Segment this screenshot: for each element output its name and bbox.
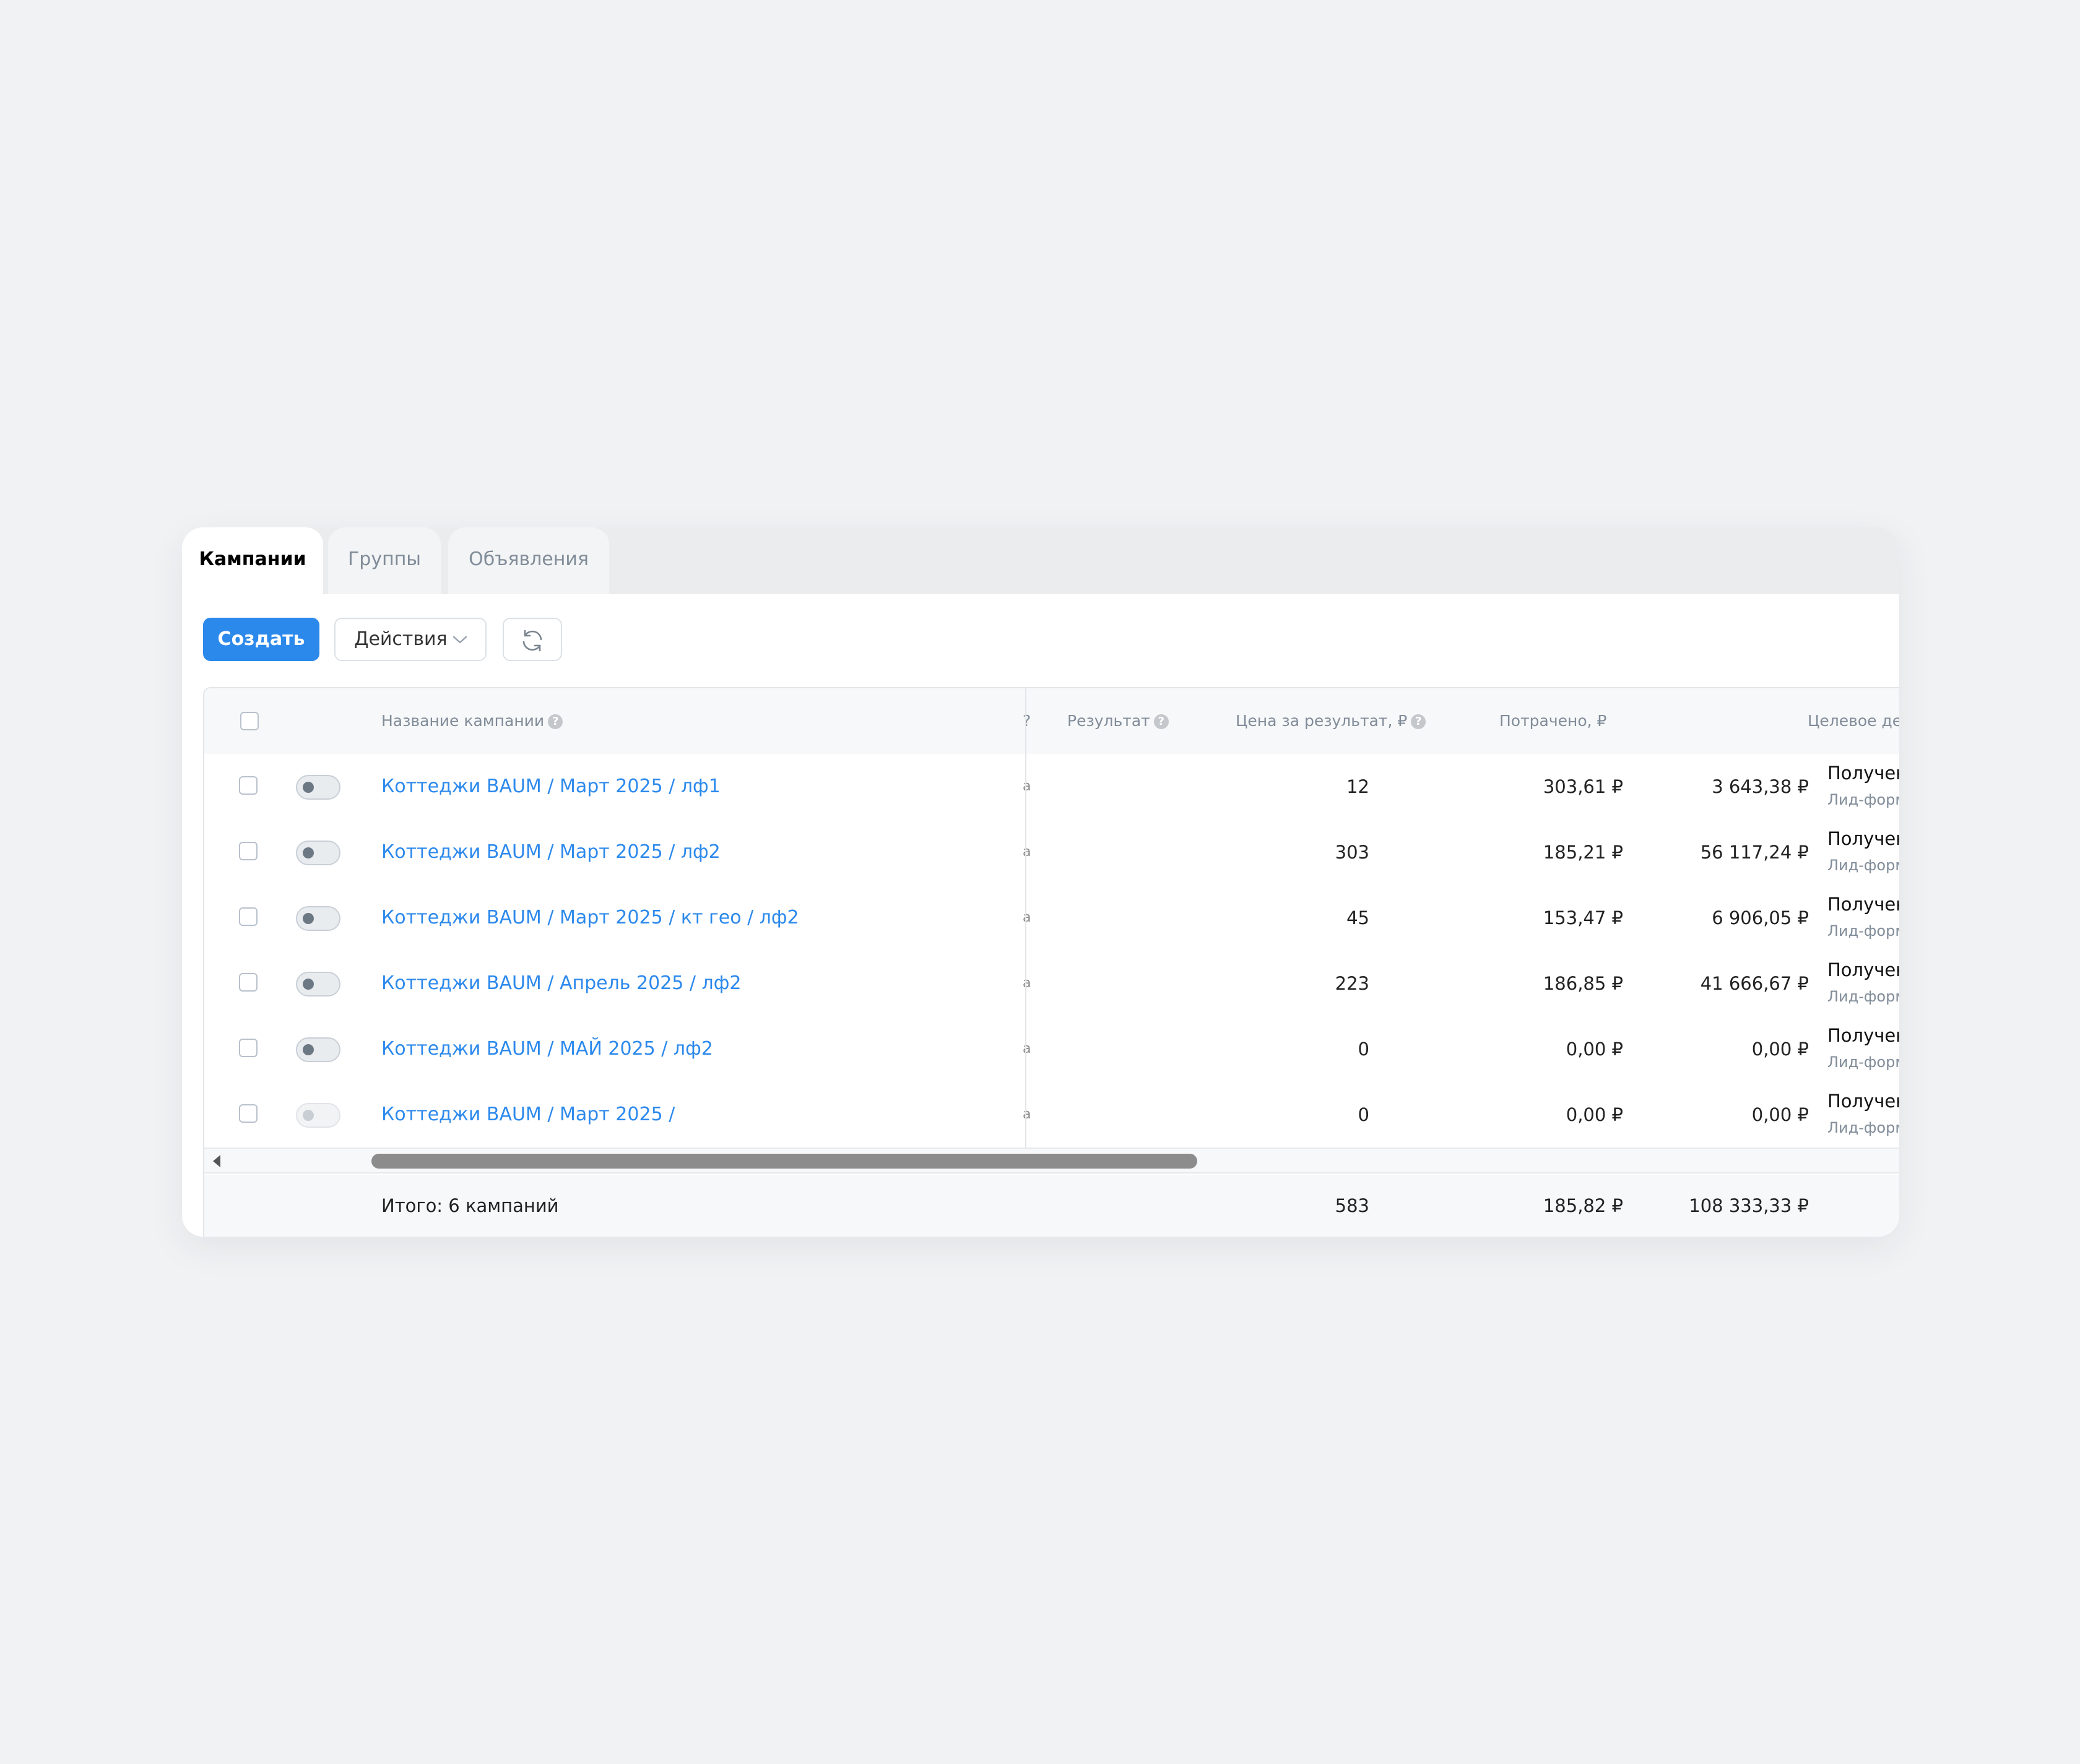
result-cell: 223 bbox=[1335, 973, 1369, 994]
col-goal-label: Целевое действие bbox=[1808, 712, 1899, 730]
campaign-name-link[interactable]: Коттеджи BAUM / Апрель 2025 / лф2 bbox=[381, 951, 741, 1016]
col-name-label: Название кампании bbox=[381, 712, 545, 730]
price-cell: 185,21 ₽ bbox=[1543, 842, 1623, 863]
clipped-cell: a bbox=[1023, 1041, 1031, 1057]
totals-spent: 108 333,33 ₽ bbox=[1689, 1195, 1809, 1216]
table-header: Название кампании? ? Результат? Цена за … bbox=[204, 688, 1899, 755]
spent-cell: 0,00 ₽ bbox=[1751, 1039, 1809, 1060]
campaign-name-link[interactable]: Коттеджи BAUM / Март 2025 / bbox=[381, 1082, 675, 1148]
price-cell: 153,47 ₽ bbox=[1543, 907, 1623, 928]
scroll-left-arrow-icon[interactable] bbox=[213, 1155, 220, 1167]
tab-bar: Кампании Группы Объявления bbox=[182, 527, 1899, 594]
campaign-name-link[interactable]: Коттеджи BAUM / Март 2025 / кт гео / лф2 bbox=[381, 885, 799, 951]
col-name-header[interactable]: Название кампании? bbox=[381, 688, 563, 754]
row-checkbox[interactable] bbox=[239, 842, 258, 860]
status-toggle[interactable] bbox=[296, 972, 340, 997]
totals-result: 583 bbox=[1335, 1195, 1369, 1216]
goal-sub-cell: Лид-формы bbox=[1827, 857, 1899, 874]
row-checkbox[interactable] bbox=[239, 1039, 258, 1057]
price-cell: 186,85 ₽ bbox=[1543, 973, 1623, 994]
result-cell: 12 bbox=[1346, 776, 1369, 797]
goal-cell: Получение лидов bbox=[1827, 828, 1899, 849]
fixed-column-divider bbox=[1025, 688, 1026, 1148]
select-all-checkbox[interactable] bbox=[240, 712, 259, 730]
refresh-icon bbox=[522, 629, 542, 652]
spent-cell: 56 117,24 ₽ bbox=[1700, 842, 1809, 863]
tab-ads[interactable]: Объявления bbox=[448, 527, 609, 594]
clipped-cell: a bbox=[1023, 779, 1031, 794]
spent-cell: 6 906,05 ₽ bbox=[1712, 907, 1809, 928]
status-toggle[interactable] bbox=[296, 1103, 340, 1128]
totals-price: 185,82 ₽ bbox=[1543, 1195, 1623, 1216]
scrollbar-thumb[interactable] bbox=[371, 1154, 1197, 1169]
result-cell: 0 bbox=[1358, 1039, 1369, 1060]
goal-sub-cell: Лид-формы bbox=[1827, 1119, 1899, 1136]
campaign-name-link[interactable]: Коттеджи BAUM / МАЙ 2025 / лф2 bbox=[381, 1016, 713, 1082]
clipped-cell: a bbox=[1023, 975, 1031, 991]
refresh-button[interactable] bbox=[503, 618, 562, 661]
col-result-header[interactable]: Результат? bbox=[1067, 688, 1169, 754]
price-cell: 303,61 ₽ bbox=[1543, 776, 1623, 797]
row-checkbox[interactable] bbox=[239, 1104, 258, 1123]
goal-sub-cell: Лид-формы bbox=[1827, 791, 1899, 808]
table-footer-totals: Итого: 6 кампаний 583 185,82 ₽ 108 333,3… bbox=[204, 1175, 1899, 1237]
price-cell: 0,00 ₽ bbox=[1566, 1039, 1623, 1060]
campaign-name-link[interactable]: Коттеджи BAUM / Март 2025 / лф2 bbox=[381, 819, 721, 885]
row-checkbox[interactable] bbox=[239, 776, 258, 795]
status-toggle[interactable] bbox=[296, 906, 340, 931]
goal-cell: Получение лидов bbox=[1827, 959, 1899, 980]
chevron-down-icon bbox=[453, 636, 467, 644]
price-cell: 0,00 ₽ bbox=[1566, 1104, 1623, 1125]
result-cell: 303 bbox=[1335, 842, 1369, 863]
clipped-cell: a bbox=[1023, 1107, 1031, 1122]
totals-label: Итого: 6 кампаний bbox=[381, 1195, 559, 1216]
col-goal-header[interactable]: Целевое действие? bbox=[1808, 688, 1899, 754]
tab-campaigns[interactable]: Кампании bbox=[182, 527, 323, 594]
spent-cell: 0,00 ₽ bbox=[1751, 1104, 1809, 1125]
campaigns-card: Кампании Группы Объявления Создать Дейст… bbox=[182, 527, 1899, 1237]
col-spent-header[interactable]: Потрачено, ₽ bbox=[1499, 688, 1606, 754]
campaign-name-link[interactable]: Коттеджи BAUM / Март 2025 / лф1 bbox=[381, 754, 721, 819]
spent-cell: 41 666,67 ₽ bbox=[1700, 973, 1809, 994]
help-icon[interactable]: ? bbox=[1153, 714, 1169, 729]
clipped-cell: a bbox=[1023, 910, 1031, 925]
row-checkbox[interactable] bbox=[239, 907, 258, 926]
goal-cell: Получение лидов bbox=[1827, 763, 1899, 784]
clipped-cell: a bbox=[1023, 844, 1031, 860]
horizontal-scrollbar[interactable] bbox=[204, 1149, 1899, 1174]
status-toggle[interactable] bbox=[296, 1037, 340, 1062]
col-price-header[interactable]: Цена за результат, ₽? bbox=[1236, 688, 1426, 754]
help-icon[interactable]: ? bbox=[548, 714, 563, 729]
goal-sub-cell: Лид-формы bbox=[1827, 988, 1899, 1005]
col-clipped-header: ? bbox=[1023, 712, 1031, 730]
goal-cell: Получение лидов bbox=[1827, 894, 1899, 915]
create-button[interactable]: Создать bbox=[203, 618, 319, 661]
campaigns-table: Название кампании? ? Результат? Цена за … bbox=[203, 687, 1899, 1237]
col-price-label: Цена за результат, ₽ bbox=[1236, 712, 1408, 730]
col-result-label: Результат bbox=[1067, 712, 1150, 730]
actions-dropdown[interactable]: Действия bbox=[334, 618, 487, 661]
row-checkbox[interactable] bbox=[239, 973, 258, 992]
goal-sub-cell: Лид-формы bbox=[1827, 1053, 1899, 1071]
tab-groups[interactable]: Группы bbox=[328, 527, 441, 594]
status-toggle[interactable] bbox=[296, 841, 340, 865]
goal-cell: Получение лидов bbox=[1827, 1025, 1899, 1046]
status-toggle[interactable] bbox=[296, 775, 340, 800]
spent-cell: 3 643,38 ₽ bbox=[1712, 776, 1809, 797]
goal-sub-cell: Лид-формы bbox=[1827, 922, 1899, 940]
table-row[interactable]: Коттеджи BAUM / Апрель 2025 / лф2 a 223 … bbox=[204, 951, 1899, 1018]
result-cell: 0 bbox=[1358, 1104, 1369, 1125]
table-row[interactable]: Коттеджи BAUM / Март 2025 / лф2 a 303 18… bbox=[204, 819, 1899, 886]
result-cell: 45 bbox=[1346, 907, 1369, 928]
table-row[interactable]: Коттеджи BAUM / Март 2025 / a 0 0,00 ₽ 0… bbox=[204, 1082, 1899, 1149]
actions-dropdown-label: Действия bbox=[354, 628, 448, 650]
table-row[interactable]: Коттеджи BAUM / МАЙ 2025 / лф2 a 0 0,00 … bbox=[204, 1016, 1899, 1083]
goal-cell: Получение лидов bbox=[1827, 1091, 1899, 1112]
table-row[interactable]: Коттеджи BAUM / Март 2025 / лф1 a 12 303… bbox=[204, 754, 1899, 821]
table-row[interactable]: Коттеджи BAUM / Март 2025 / кт гео / лф2… bbox=[204, 885, 1899, 952]
help-icon[interactable]: ? bbox=[1411, 714, 1426, 729]
col-spent-label: Потрачено, ₽ bbox=[1499, 712, 1607, 730]
